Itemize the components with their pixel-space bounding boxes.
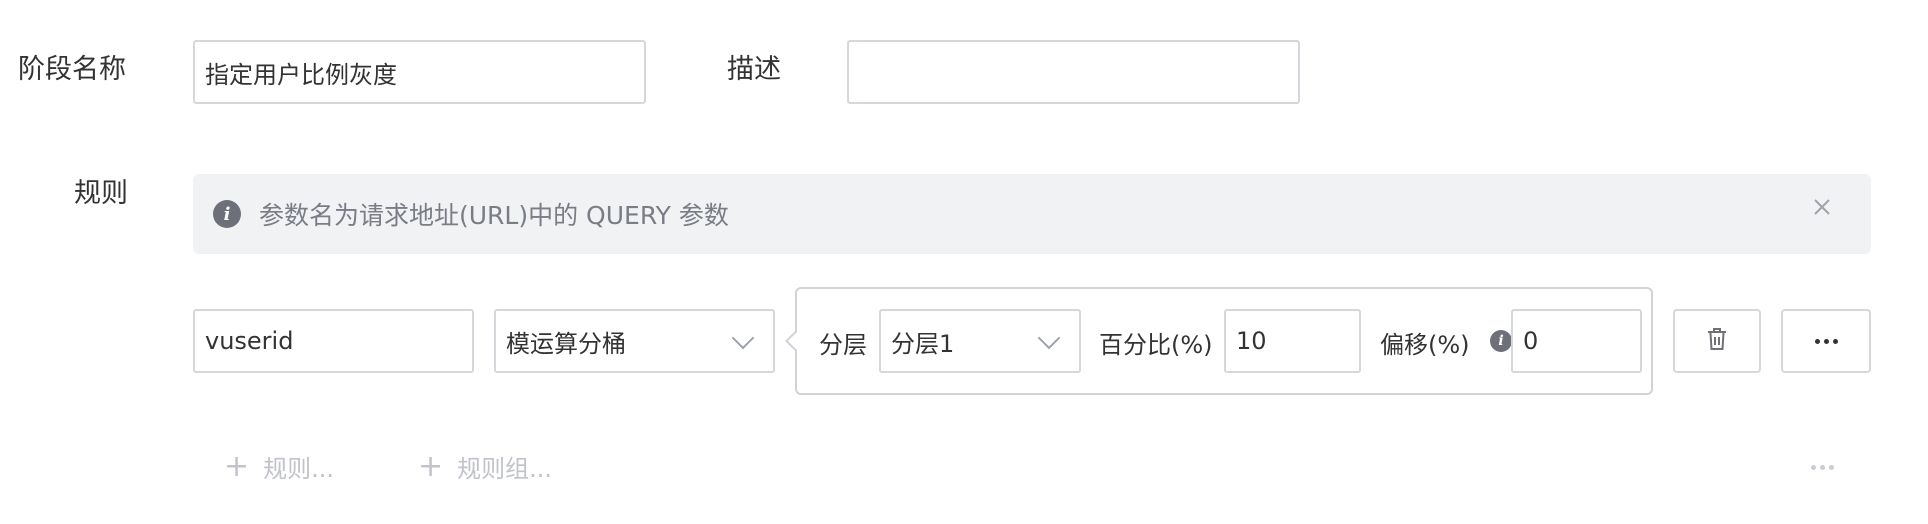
- percent-label: 百分比(%): [1099, 331, 1213, 359]
- param-name-input[interactable]: vuserid: [193, 309, 474, 373]
- offset-label: 偏移(%): [1380, 331, 1470, 359]
- layer-label: 分层: [819, 331, 867, 359]
- more-icon: [1814, 338, 1838, 344]
- info-alert-text: 参数名为请求地址(URL)中的 QUERY 参数: [259, 201, 729, 230]
- percent-value: 10: [1236, 327, 1267, 355]
- stage-name-label: 阶段名称: [18, 54, 126, 85]
- popover-arrow: [785, 331, 805, 351]
- more-icon: [1811, 465, 1834, 470]
- param-name-value: vuserid: [205, 327, 294, 355]
- add-group-label: 规则组...: [457, 455, 553, 483]
- stage-name-input[interactable]: 指定用户比例灰度: [193, 40, 646, 104]
- description-label: 描述: [727, 54, 781, 85]
- delete-rule-button[interactable]: [1673, 309, 1761, 373]
- add-rule-label: 规则...: [263, 455, 335, 483]
- bucket-popover: 分层 分层1 百分比(%) 10 偏移(%) i 0: [785, 287, 1653, 395]
- layer-value: 分层1: [891, 329, 955, 358]
- offset-value: 0: [1523, 327, 1539, 355]
- offset-input[interactable]: 0: [1511, 309, 1642, 373]
- add-rule-group-link[interactable]: + 规则组...: [418, 449, 552, 484]
- operator-select[interactable]: 模运算分桶: [494, 309, 775, 373]
- rules-label: 规则: [74, 178, 128, 209]
- description-input[interactable]: [847, 40, 1300, 104]
- add-rule-link[interactable]: + 规则...: [224, 449, 334, 484]
- chevron-down-icon: [1037, 326, 1061, 350]
- info-alert: i 参数名为请求地址(URL)中的 QUERY 参数: [193, 174, 1871, 254]
- plus-icon: +: [224, 448, 250, 484]
- stage-name-value: 指定用户比例灰度: [205, 60, 397, 89]
- layer-select[interactable]: 分层1: [879, 309, 1081, 373]
- percent-input[interactable]: 10: [1224, 309, 1361, 373]
- group-more-button[interactable]: [1811, 465, 1834, 470]
- trash-icon: [1706, 327, 1728, 355]
- info-icon: i: [213, 200, 241, 228]
- info-icon[interactable]: i: [1490, 330, 1512, 352]
- plus-icon: +: [418, 448, 444, 484]
- chevron-down-icon: [731, 326, 755, 350]
- close-icon[interactable]: [1813, 198, 1831, 220]
- rule-more-button[interactable]: [1781, 309, 1871, 373]
- operator-value: 模运算分桶: [506, 329, 626, 358]
